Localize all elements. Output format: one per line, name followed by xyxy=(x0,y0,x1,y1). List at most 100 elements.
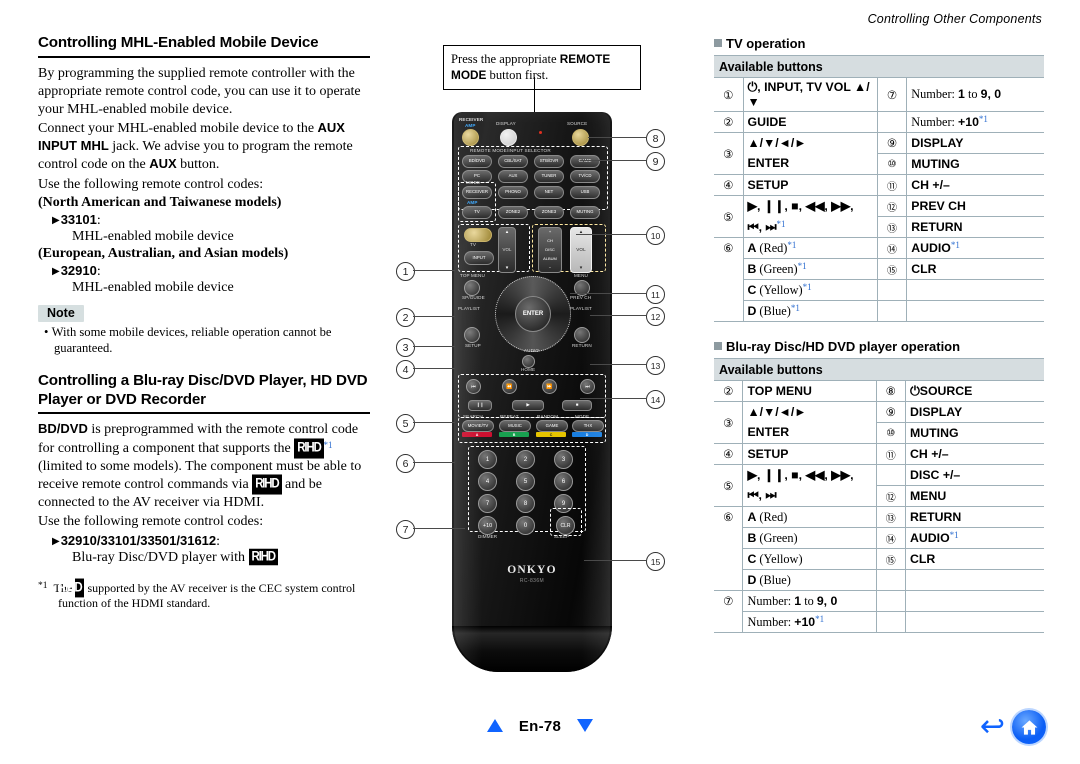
lead-11 xyxy=(570,293,646,294)
row-num2: ⑮ xyxy=(877,258,908,280)
button-zone3[interactable]: ZONE3 xyxy=(534,206,564,219)
button-tuner[interactable]: TUNER xyxy=(534,170,564,183)
row-label2: CH +/– xyxy=(906,174,1044,196)
row-num: ⑥ xyxy=(714,237,744,322)
code-value-2: 32910 xyxy=(60,262,97,278)
q-setup-button[interactable] xyxy=(464,327,480,343)
label-home: HOME xyxy=(521,367,536,372)
button-usb[interactable]: USB xyxy=(570,186,600,199)
button-muting[interactable]: MUTING xyxy=(570,206,600,219)
clr-dashed-box xyxy=(550,508,582,536)
tv-vol-rocker[interactable]: ▲ VOL ▼ xyxy=(498,227,516,273)
row-label: SETUP xyxy=(742,443,877,465)
row-label: GUIDE xyxy=(743,111,878,133)
table-row: ENTER ⑩ MUTING xyxy=(714,422,1044,444)
previous-page-icon[interactable] xyxy=(486,719,503,732)
button-phono[interactable]: PHONO xyxy=(498,186,528,199)
button-bd-dvd[interactable]: BD/DVD xyxy=(462,155,492,168)
fast-forward-button[interactable]: ⏩ xyxy=(542,379,557,394)
enter-button[interactable]: ENTER xyxy=(515,296,551,332)
tv-power-button[interactable] xyxy=(464,228,492,242)
label-dimmer: DIMMER xyxy=(478,534,498,539)
numpad-8[interactable]: 8 xyxy=(516,494,535,513)
button-aux[interactable]: AUX xyxy=(498,170,528,183)
input-button[interactable]: INPUT xyxy=(464,251,494,265)
lead-6 xyxy=(413,462,455,463)
numpad-3[interactable]: 3 xyxy=(554,450,573,469)
ch-plus-label: + xyxy=(548,229,552,234)
label-ch: CH xyxy=(547,238,553,243)
row-num2 xyxy=(877,111,908,133)
button-game-mode[interactable]: GAME xyxy=(536,420,568,432)
row-label2: AUDIO*1 xyxy=(905,527,1044,549)
ch-disc-album-rocker[interactable]: + CH DISC ALBUM − xyxy=(538,227,562,273)
label-menu: MENU xyxy=(574,273,588,278)
navigation-ring[interactable]: ENTER xyxy=(495,276,571,352)
numpad-0[interactable]: 0 xyxy=(516,516,535,535)
lead-7 xyxy=(413,528,465,529)
numpad-5[interactable]: 5 xyxy=(516,472,535,491)
row-label2: Number: 1 to 9, 0 xyxy=(906,77,1044,112)
label-amp: AMP xyxy=(465,123,476,128)
source-power-button[interactable] xyxy=(572,129,589,146)
receiver-power-button[interactable] xyxy=(462,129,479,146)
table-row: ④ SETUP ⑪ CH +/– xyxy=(714,443,1044,465)
label-setup: SETUP xyxy=(465,343,481,348)
numpad-4[interactable]: 4 xyxy=(478,472,497,491)
row-num2 xyxy=(876,590,907,612)
p2-bold-aux: AUX xyxy=(149,156,177,172)
color-button-a-red[interactable]: A xyxy=(462,432,492,437)
row-num: ② xyxy=(714,380,744,402)
button-net[interactable]: NET xyxy=(534,186,564,199)
code-desc-3-text: Blu-ray Disc/DVD player with xyxy=(72,549,249,565)
stop-button[interactable]: ■ xyxy=(562,400,592,411)
table2-title: Blu-ray Disc/HD DVD player operation xyxy=(714,339,1044,354)
row-num2: ⑭ xyxy=(877,237,908,259)
label-sleep: SLEEP xyxy=(554,534,570,539)
button-cbl-sat[interactable]: CBL/SAT xyxy=(498,155,528,168)
top-menu-button[interactable] xyxy=(464,280,480,296)
bullet-arrow-icon: ▶ xyxy=(52,214,60,226)
next-page-icon[interactable] xyxy=(577,719,594,732)
button-movie-tv[interactable]: MOVIE/TV xyxy=(462,420,494,432)
lead-10 xyxy=(576,234,646,235)
callout-6: 6 xyxy=(396,454,415,473)
numpad-2[interactable]: 2 xyxy=(516,450,535,469)
button-thx[interactable]: THX xyxy=(572,420,604,432)
p3-bold-bddvd: BD/DVD xyxy=(38,421,88,437)
numpad-7[interactable]: 7 xyxy=(478,494,497,513)
home-icon[interactable] xyxy=(1012,710,1046,744)
pause-button[interactable]: ❙❙ xyxy=(468,400,492,411)
button-music[interactable]: MUSIC xyxy=(499,420,531,432)
row-num2: ⑩ xyxy=(876,422,907,444)
row-label2: MENU xyxy=(905,485,1044,507)
button-tv-cd[interactable]: TV/CD xyxy=(570,170,600,183)
rewind-button[interactable]: ⏪ xyxy=(502,379,517,394)
back-arrow-icon[interactable]: ↩ xyxy=(980,712,1005,742)
play-button[interactable]: ▶ xyxy=(512,400,544,411)
label-receiver: RECEIVER xyxy=(459,117,484,122)
return-button[interactable] xyxy=(574,327,590,343)
table1-header-label: Available buttons xyxy=(714,55,1044,78)
button-game[interactable]: GAME xyxy=(570,155,600,168)
row-label2: PREV CH xyxy=(906,195,1044,217)
code-value-3: 32910/33101/33501/31612 xyxy=(60,532,217,548)
button-stb-dvr[interactable]: STB/DVR xyxy=(534,155,564,168)
tip-pre: Press the appropriate xyxy=(451,52,560,66)
numpad-6[interactable]: 6 xyxy=(554,472,573,491)
skip-next-button[interactable]: ⏭ xyxy=(580,379,595,394)
button-zone2[interactable]: ZONE2 xyxy=(498,206,528,219)
numpad-1[interactable]: 1 xyxy=(478,450,497,469)
row-label: D (Blue)*1 xyxy=(743,300,878,322)
table-row: ③ ▲/▼/◄/► ⑨ DISPLAY xyxy=(714,401,1044,444)
display-button[interactable] xyxy=(500,129,517,146)
numpad-plus10[interactable]: +10 xyxy=(478,516,497,535)
color-button-d-blue[interactable]: D xyxy=(572,432,602,437)
led-indicator xyxy=(539,131,542,134)
navigation-icons: ↩ xyxy=(980,710,1046,744)
skip-prev-button[interactable]: ⏮ xyxy=(466,379,481,394)
color-button-b-green[interactable]: B xyxy=(499,432,529,437)
note-text: With some mobile devices, reliable opera… xyxy=(51,324,332,355)
row-num2: ⑫ xyxy=(877,195,908,217)
color-button-c-yellow[interactable]: C xyxy=(536,432,566,437)
